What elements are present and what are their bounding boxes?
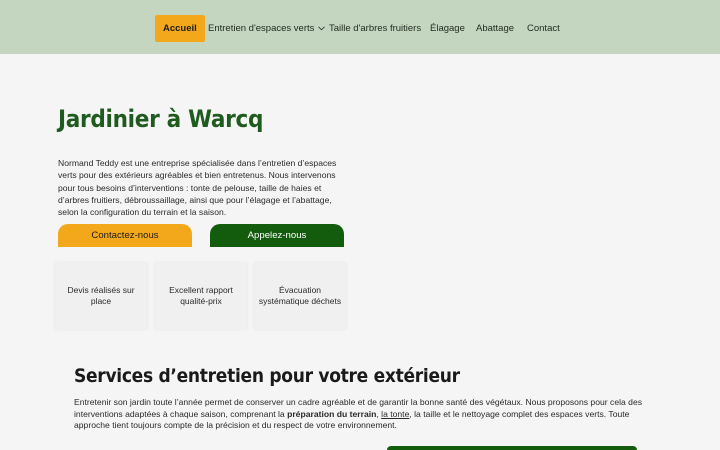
services-button-partial[interactable] <box>387 446 637 450</box>
chevron-down-icon <box>318 15 326 42</box>
page-title: Jardinier à Warcq <box>58 105 264 133</box>
bold-text: préparation du terrain <box>287 408 377 419</box>
services-title: Services d’entretien pour votre extérieu… <box>74 365 460 387</box>
feature-card-rapport-qualite-prix: Excellent rapport qualité-prix <box>155 263 247 329</box>
feature-label: Devis réalisés sur place <box>67 284 135 307</box>
feature-label: Évacuation systématique déchets <box>258 284 342 307</box>
feature-label: Excellent rapport qualité-prix <box>169 284 233 307</box>
nav-item-entretien-espaces-verts[interactable]: Entretien d'espaces verts <box>208 15 326 42</box>
contact-button[interactable]: Contactez-nous <box>58 224 192 247</box>
nav-item-elagage[interactable]: Élagage <box>430 15 465 42</box>
top-navigation: Accueil Entretien d'espaces verts Taille… <box>0 0 720 54</box>
nav-item-contact[interactable]: Contact <box>527 15 560 42</box>
feature-card-evacuation-dechets: Évacuation systématique déchets <box>254 263 346 329</box>
nav-item-accueil[interactable]: Accueil <box>155 15 205 42</box>
nav-item-label: Entretien d'espaces verts <box>208 23 315 35</box>
feature-card-devis: Devis réalisés sur place <box>55 263 147 329</box>
tonte-link[interactable]: la tonte <box>381 409 409 419</box>
call-button[interactable]: Appelez-nous <box>210 224 344 247</box>
nav-item-abattage[interactable]: Abattage <box>476 15 514 42</box>
nav-item-taille-arbres-fruitiers[interactable]: Taille d'arbres fruitiers <box>329 15 421 42</box>
hero-description: Normand Teddy est une entreprise spécial… <box>58 158 337 218</box>
services-description: Entretenir son jardin toute l’année perm… <box>74 397 643 431</box>
